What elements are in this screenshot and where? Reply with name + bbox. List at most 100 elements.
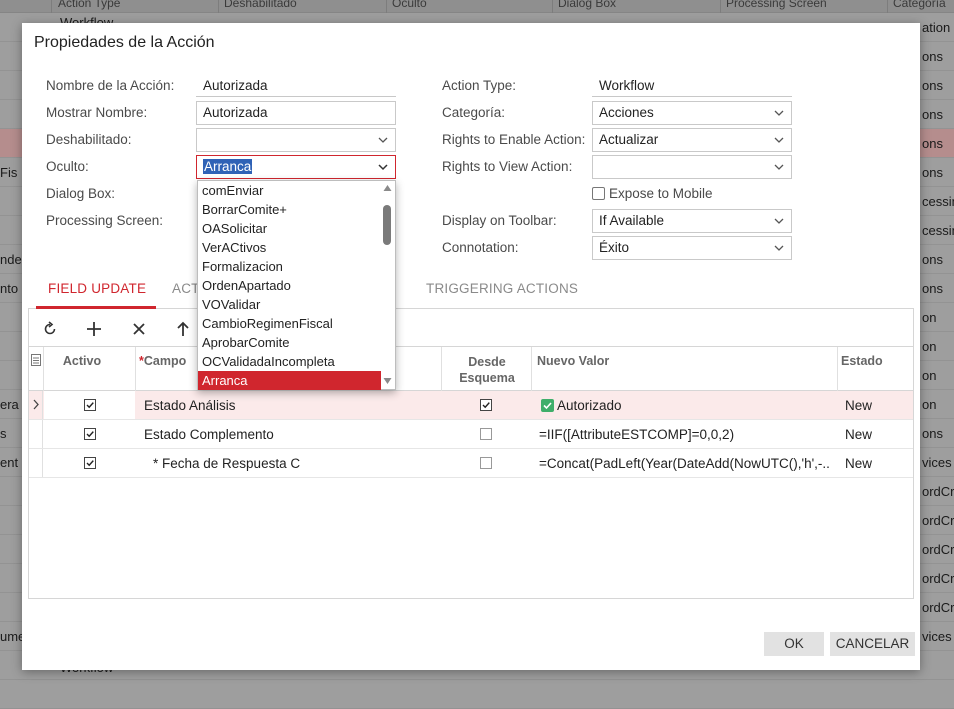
- refresh-button[interactable]: [38, 317, 62, 341]
- action-name-value: Autorizada: [203, 78, 268, 93]
- col-campo-header: *Campo: [139, 354, 186, 368]
- display-toolbar-label: Display on Toolbar:: [442, 213, 557, 228]
- dropdown-option[interactable]: Formalizacion: [198, 257, 381, 276]
- category-select[interactable]: Acciones: [592, 101, 792, 125]
- hidden-label: Oculto:: [46, 159, 89, 174]
- hidden-select-value: Arranca: [203, 159, 253, 174]
- row-campo: Estado Análisis: [144, 398, 236, 413]
- tab-field-update[interactable]: FIELD UPDATE: [48, 281, 146, 296]
- bg-right-text: cessing: [922, 194, 954, 209]
- dropdown-option[interactable]: AprobarComite: [198, 333, 381, 352]
- arrow-up-icon: [177, 321, 189, 336]
- row-estado: New: [845, 398, 873, 413]
- connotation-label: Connotation:: [442, 240, 519, 255]
- scrollbar-thumb[interactable]: [383, 205, 391, 245]
- table-row[interactable]: Estado Análisis Autorizado New: [29, 391, 913, 420]
- bg-right-text: ons: [922, 136, 943, 151]
- hidden-select[interactable]: Arranca: [196, 155, 396, 179]
- chevron-right-icon: [33, 399, 39, 410]
- dropdown-option[interactable]: comEnviar: [198, 181, 381, 200]
- dropdown-option[interactable]: VerACtivos: [198, 238, 381, 257]
- row-selector[interactable]: [29, 420, 43, 448]
- bg-right-text: vices: [922, 629, 952, 644]
- tab-actions[interactable]: ACT: [172, 281, 200, 296]
- bg-left-text: Fis: [0, 165, 18, 180]
- disabled-label: Deshabilitado:: [46, 132, 132, 147]
- category-select-value: Acciones: [599, 105, 654, 120]
- dropdown-option[interactable]: CambioRegimenFiscal: [198, 314, 381, 333]
- rights-enable-select-value: Actualizar: [599, 132, 659, 147]
- chevron-down-icon: [773, 214, 785, 228]
- scroll-up-arrow-icon[interactable]: [383, 184, 392, 192]
- rights-enable-label: Rights to Enable Action:: [442, 132, 586, 147]
- row-selector[interactable]: [29, 449, 43, 477]
- disabled-select[interactable]: [196, 128, 396, 152]
- plus-icon: [87, 322, 101, 336]
- action-type-underline: [592, 96, 792, 97]
- bg-header-dialog-box: Dialog Box: [558, 0, 617, 10]
- bg-right-text: on: [922, 397, 937, 412]
- bg-row: [0, 680, 954, 709]
- bg-right-text: ons: [922, 107, 943, 122]
- ok-button[interactable]: OK: [764, 632, 824, 656]
- bg-right-text: ation: [922, 20, 951, 35]
- dialog-title: Propiedades de la Acción: [34, 34, 215, 51]
- bg-right-text: ons: [922, 78, 943, 93]
- rights-view-select[interactable]: [592, 155, 792, 179]
- col-nuevo-valor: Nuevo Valor: [537, 354, 610, 368]
- bg-left-text: nto: [0, 281, 19, 296]
- action-properties-dialog: Propiedades de la Acción Nombre de la Ac…: [22, 23, 920, 670]
- dropdown-scrollbar[interactable]: [380, 181, 395, 389]
- category-label: Categoría:: [442, 105, 506, 120]
- rights-enable-select[interactable]: Actualizar: [592, 128, 792, 152]
- dropdown-option[interactable]: BorrarComite+: [198, 200, 381, 219]
- refresh-icon: [44, 321, 56, 335]
- desde-esquema-checkbox[interactable]: [480, 428, 492, 440]
- row-estado: New: [845, 427, 873, 442]
- connotation-select-value: Éxito: [599, 240, 630, 255]
- bg-right-text: on: [922, 310, 937, 325]
- dropdown-option[interactable]: VOValidar: [198, 295, 381, 314]
- desde-esquema-checkbox[interactable]: [480, 399, 492, 411]
- dropdown-option[interactable]: OCValidadaIncompleta: [198, 352, 381, 371]
- tab-triggering-actions[interactable]: TRIGGERING ACTIONS: [426, 281, 578, 296]
- row-selector[interactable]: [29, 391, 43, 419]
- dropdown-option-selected[interactable]: Arranca: [198, 371, 381, 390]
- activo-checkbox[interactable]: [84, 457, 96, 469]
- bg-right-text: ordCre: [922, 600, 954, 615]
- grid-files-icon: [31, 354, 41, 369]
- dropdown-option[interactable]: OASolicitar: [198, 219, 381, 238]
- activo-checkbox[interactable]: [84, 428, 96, 440]
- action-name-label: Nombre de la Acción:: [46, 78, 175, 93]
- checkmark-icon: [541, 399, 554, 412]
- connotation-select[interactable]: Éxito: [592, 236, 792, 260]
- chevron-down-icon: [773, 133, 785, 147]
- delete-row-button[interactable]: [127, 317, 151, 341]
- bg-right-text: cessing: [922, 223, 954, 238]
- dropdown-option[interactable]: OrdenApartado: [198, 276, 381, 295]
- row-nuevo-valor: Autorizado: [541, 398, 831, 413]
- scroll-down-arrow-icon[interactable]: [383, 377, 392, 385]
- display-name-field[interactable]: Autorizada: [196, 101, 396, 125]
- bg-right-text: ordCre: [922, 513, 954, 528]
- chevron-down-icon: [773, 241, 785, 255]
- row-nuevo-valor: =IIF([AttributeESTCOMP]=0,0,2): [539, 427, 735, 442]
- bg-left-text: era: [0, 397, 19, 412]
- add-row-button[interactable]: [82, 317, 106, 341]
- table-row[interactable]: Estado Complemento =IIF([AttributeESTCOM…: [29, 420, 913, 449]
- move-up-button[interactable]: [171, 317, 195, 341]
- display-toolbar-select-value: If Available: [599, 213, 665, 228]
- action-type-label: Action Type:: [442, 78, 517, 93]
- desde-esquema-checkbox[interactable]: [480, 457, 492, 469]
- activo-checkbox[interactable]: [84, 399, 96, 411]
- cancel-button[interactable]: CANCELAR: [830, 632, 915, 656]
- row-nuevo-valor-text: Autorizado: [557, 398, 622, 413]
- hidden-dropdown-list: comEnviar BorrarComite+ OASolicitar VerA…: [197, 180, 396, 390]
- expose-mobile-checkbox[interactable]: [592, 187, 605, 200]
- bg-header-processing-screen: Processing Screen: [726, 0, 827, 10]
- display-toolbar-select[interactable]: If Available: [592, 209, 792, 233]
- table-row[interactable]: * Fecha de Respuesta C =Concat(PadLeft(Y…: [29, 449, 913, 478]
- col-estado: Estado: [841, 354, 883, 368]
- bg-header-categoria: Categoría: [893, 0, 946, 10]
- bg-right-text: ons: [922, 49, 943, 64]
